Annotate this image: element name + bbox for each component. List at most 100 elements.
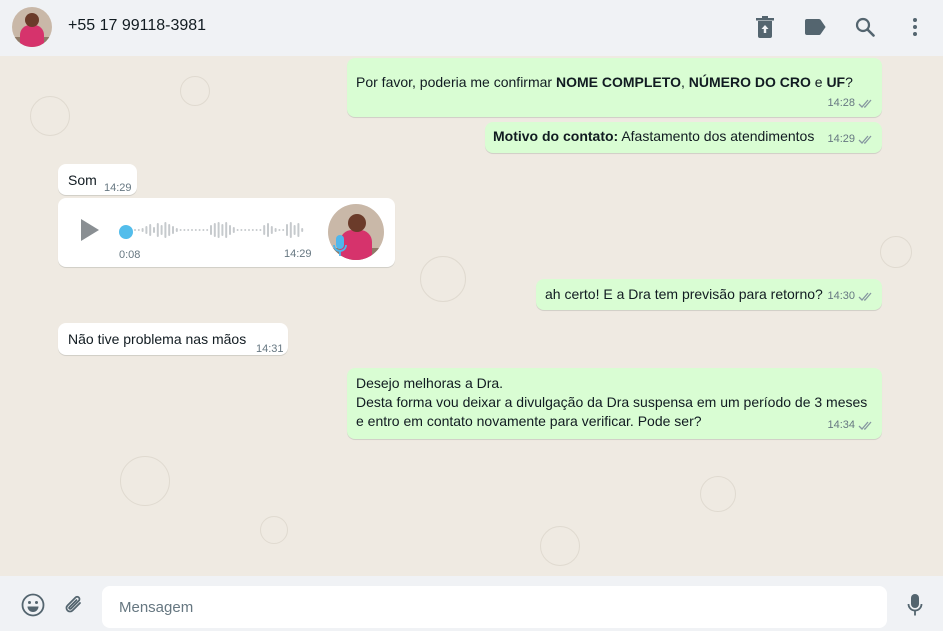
audio-waveform[interactable]: [122, 218, 304, 242]
waveform-bar: [255, 229, 258, 231]
waveform-bar: [179, 229, 182, 231]
delete-icon[interactable]: [752, 14, 778, 40]
waveform-bar: [153, 227, 155, 233]
mic-icon[interactable]: [902, 592, 928, 618]
background-doodle: [700, 476, 736, 512]
outgoing-message[interactable]: Motivo do contato: Afastamento dos atend…: [485, 122, 882, 153]
message-line: Desta forma vou deixar a divulgação da D…: [356, 394, 868, 410]
message-time: 14:34: [827, 419, 855, 431]
waveform-bar: [282, 229, 285, 231]
message-time: 14:30: [827, 290, 855, 302]
waveform-bar: [225, 222, 228, 238]
waveform-bar: [248, 229, 250, 231]
waveform-bar: [206, 229, 209, 231]
message-text: Som: [68, 172, 97, 188]
waveform-bar: [145, 226, 148, 234]
waveform-bar: [134, 229, 136, 231]
waveform-bar: [229, 225, 231, 235]
search-icon[interactable]: [852, 14, 878, 40]
message-input[interactable]: [102, 586, 887, 628]
background-doodle: [120, 456, 170, 506]
waveform-bar: [156, 223, 159, 237]
read-ticks-icon: [858, 135, 872, 144]
waveform-bar: [210, 225, 212, 235]
waveform-bar: [297, 223, 300, 237]
message-time: 14:28: [827, 97, 855, 109]
audio-progress-handle[interactable]: [119, 225, 133, 239]
attach-icon[interactable]: [61, 592, 87, 618]
message-meta: 14:30: [827, 287, 874, 306]
message-text-part: Afastamento dos atendimentos: [618, 128, 815, 144]
waveform-bar: [175, 228, 178, 232]
waveform-bar: [267, 223, 269, 237]
waveform-bar: [149, 224, 152, 236]
message-text: Motivo do contato: Afastamento dos atend…: [493, 127, 814, 146]
waveform-bar: [194, 229, 197, 231]
contact-phone[interactable]: +55 17 99118-3981: [68, 17, 206, 35]
incoming-message[interactable]: Som 14:29: [58, 164, 137, 195]
background-doodle: [30, 96, 70, 136]
waveform-bar: [236, 229, 239, 231]
outgoing-message[interactable]: Por favor, poderia me confirmar NOME COM…: [347, 58, 882, 117]
contact-avatar[interactable]: [12, 7, 52, 47]
waveform-bar: [202, 229, 205, 231]
waveform-bar: [293, 225, 296, 235]
play-icon[interactable]: [78, 216, 102, 244]
message-meta: 14:29: [827, 130, 874, 149]
outgoing-message[interactable]: Desejo melhoras a Dra. Desta forma vou d…: [347, 368, 882, 439]
background-doodle: [540, 526, 580, 566]
incoming-message[interactable]: Não tive problema nas mãos 14:31: [58, 323, 288, 355]
waveform-bar: [259, 229, 262, 231]
read-ticks-icon: [858, 421, 872, 430]
emoji-icon[interactable]: [20, 592, 46, 618]
chat-area[interactable]: Por favor, poderia me confirmar NOME COM…: [0, 56, 943, 576]
waveform-bar: [172, 226, 174, 234]
audio-duration: 0:08: [119, 249, 141, 261]
background-doodle: [420, 256, 466, 302]
message-meta: 14:28: [827, 94, 874, 113]
composer: [0, 576, 943, 631]
waveform-bar: [213, 223, 216, 237]
message-line: e entro em contato novamente para verifi…: [356, 413, 702, 429]
waveform-bar: [168, 224, 171, 236]
waveform-bar: [232, 227, 235, 233]
waveform-bar: [286, 224, 288, 236]
message-text-bold: NÚMERO DO CRO: [688, 74, 811, 90]
background-doodle: [180, 76, 210, 106]
message-text-bold: UF: [826, 74, 846, 90]
message-text-part: ,: [680, 74, 689, 90]
message-line: Desejo melhoras a Dra.: [356, 375, 504, 391]
waveform-bar: [187, 229, 190, 231]
chat-header: +55 17 99118-3981: [0, 0, 943, 56]
message-text: Não tive problema nas mãos: [68, 331, 247, 347]
menu-icon[interactable]: [902, 14, 928, 40]
message-text-part: Por favor, poderia me confirmar: [356, 74, 556, 90]
message-text-part: ?: [845, 74, 853, 90]
label-icon[interactable]: [802, 14, 828, 40]
message-text-part: e: [810, 74, 827, 90]
outgoing-message[interactable]: ah certo! E a Dra tem previsão para reto…: [536, 279, 882, 310]
background-doodle: [260, 516, 288, 544]
waveform-bar: [240, 229, 243, 231]
mic-badge-icon: [333, 235, 347, 256]
waveform-bar: [263, 225, 266, 235]
waveform-bar: [301, 228, 304, 232]
message-meta: 14:34: [827, 416, 874, 435]
message-time: 14:29: [104, 182, 132, 194]
message-time: 14:31: [256, 343, 284, 355]
waveform-bar: [191, 229, 193, 231]
message-text: ah certo! E a Dra tem previsão para reto…: [545, 286, 823, 302]
waveform-bar: [198, 229, 201, 231]
read-ticks-icon: [858, 99, 872, 108]
waveform-bar: [183, 229, 186, 231]
waveform-bar: [278, 229, 281, 231]
waveform-bar: [164, 222, 167, 238]
voice-message[interactable]: 0:08 14:29: [58, 198, 395, 267]
message-text-bold: NOME COMPLETO: [555, 74, 681, 90]
waveform-bar: [221, 224, 224, 236]
waveform-bar: [244, 229, 247, 231]
message-time: 14:29: [827, 133, 855, 145]
read-ticks-icon: [858, 292, 872, 301]
message-text-bold: Motivo do contato:: [493, 128, 619, 144]
waveform-bar: [251, 229, 254, 231]
